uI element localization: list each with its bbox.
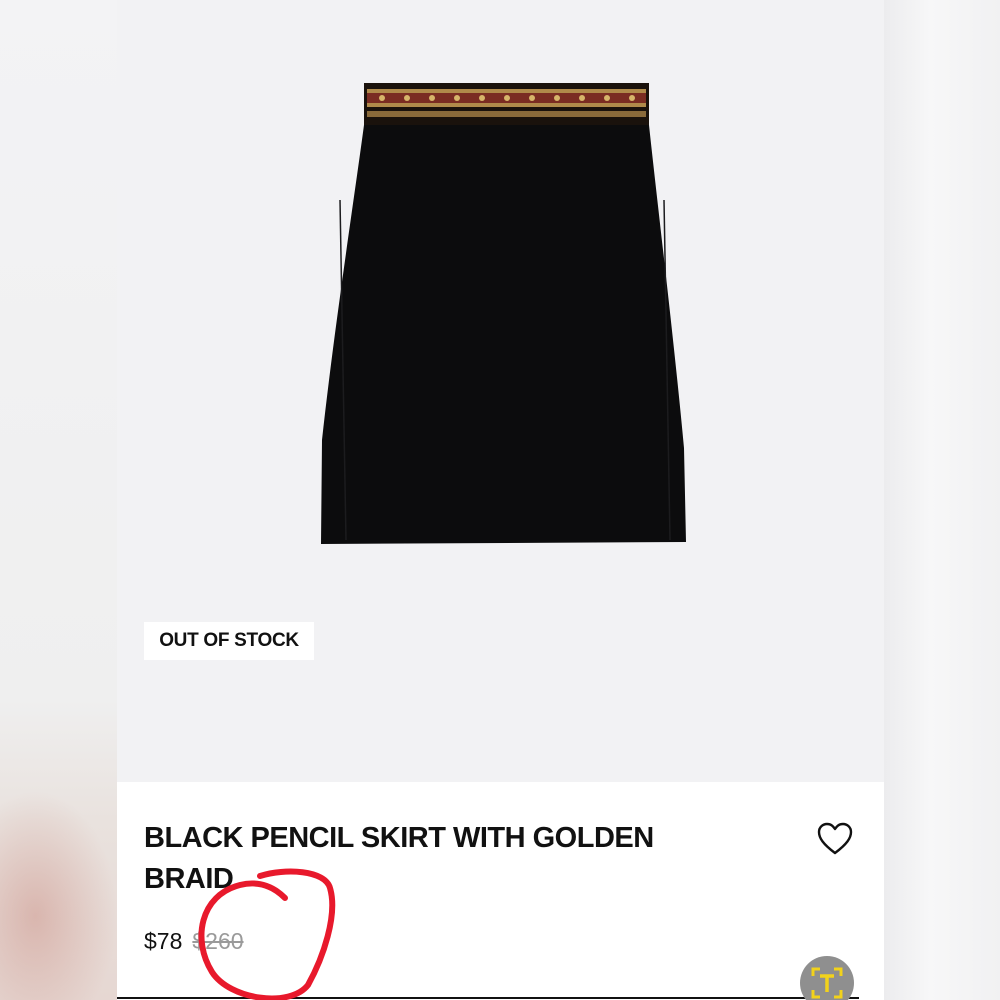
product-title: BLACK PENCIL SKIRT WITH GOLDEN BRAID [144, 822, 654, 895]
product-image-area[interactable]: OUT OF STOCK [117, 0, 884, 782]
background-right-edge [884, 0, 1000, 1000]
sale-price: $78 [144, 928, 183, 954]
product-page: OUT OF STOCK BLACK PENCIL SKIRT WITH GOL… [117, 0, 884, 1000]
price-row: $78 $260 [144, 928, 244, 955]
translate-button[interactable] [800, 956, 854, 1000]
background-blur [0, 790, 118, 1000]
product-info-panel: BLACK PENCIL SKIRT WITH GOLDEN BRAID $78… [117, 782, 884, 1000]
translate-icon [811, 967, 843, 999]
out-of-stock-badge: OUT OF STOCK [144, 622, 314, 660]
product-image-skirt [321, 83, 686, 544]
original-price: $260 [192, 928, 244, 954]
heart-icon[interactable] [817, 822, 853, 856]
divider [117, 997, 859, 999]
background-left-edge [0, 0, 118, 1000]
